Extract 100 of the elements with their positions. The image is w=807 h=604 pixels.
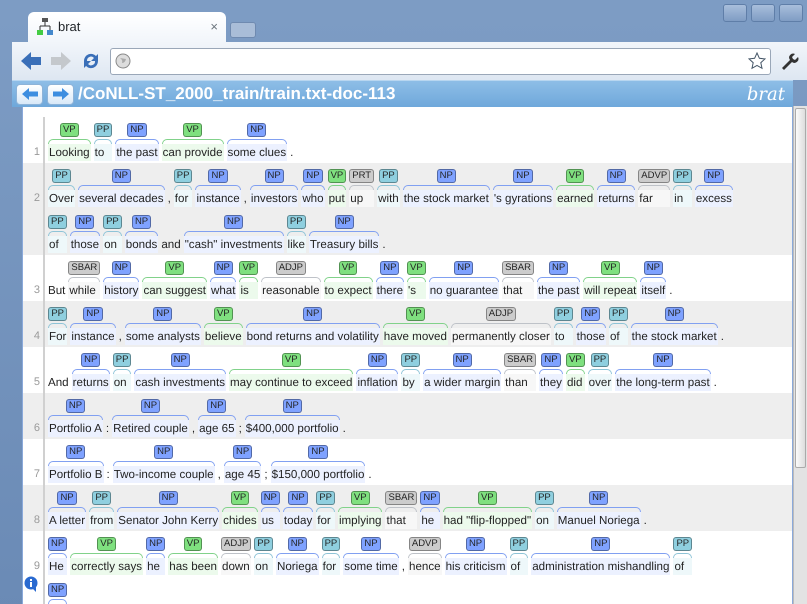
annotated-text: to bbox=[554, 328, 573, 345]
annotated-text: some clues bbox=[226, 144, 288, 161]
chunk-label: NP bbox=[170, 353, 190, 367]
annotated-text: Looking bbox=[48, 144, 91, 161]
chunk-label: NP bbox=[224, 215, 244, 229]
plain-text: , bbox=[118, 329, 122, 345]
annotated-text: reasonable bbox=[261, 282, 321, 299]
annotated-text: can provide bbox=[162, 144, 224, 161]
plain-text: . bbox=[382, 237, 386, 253]
annotated-text: instance bbox=[195, 190, 241, 207]
annotated-text: with bbox=[377, 190, 400, 207]
annotated-text: on bbox=[254, 558, 273, 575]
chunk-label: NP bbox=[303, 169, 323, 183]
browser-tab[interactable]: brat × bbox=[28, 12, 226, 42]
chunk-label: VP bbox=[328, 169, 346, 183]
annotated-text: has been bbox=[168, 558, 218, 575]
chunk-label: NP bbox=[146, 537, 166, 551]
annotated-text: like bbox=[286, 236, 306, 253]
chunk-label: NP bbox=[112, 169, 131, 183]
annotated-text: while bbox=[68, 282, 100, 299]
chunk-label: VP bbox=[338, 261, 358, 275]
chunk-label: PP bbox=[401, 353, 420, 367]
chunk-label: NP bbox=[282, 399, 302, 413]
annotated-text: bonds bbox=[124, 236, 158, 253]
chunk-label: VP bbox=[165, 261, 184, 275]
chunk-label: PP bbox=[48, 307, 68, 321]
annotated-text: 's gyrations bbox=[492, 190, 554, 207]
annotated-text: put bbox=[328, 190, 346, 207]
annotated-text: no guarantee bbox=[428, 282, 500, 299]
annotated-text: administration mishandling bbox=[531, 558, 670, 575]
annotated-text: today bbox=[282, 512, 314, 529]
annotated-text: of bbox=[510, 558, 528, 575]
chunk-label: VP bbox=[214, 307, 233, 321]
chunk-label: NP bbox=[247, 123, 266, 137]
annotated-text: $400,000 portfolio bbox=[244, 420, 340, 437]
back-icon[interactable] bbox=[20, 51, 42, 71]
annotated-text: some time bbox=[343, 558, 399, 575]
annotated-text: up bbox=[349, 190, 374, 207]
chunk-label: NP bbox=[513, 169, 533, 183]
annotated-text: believe bbox=[204, 328, 243, 345]
chunk-label: VP bbox=[60, 123, 79, 137]
plain-text: , bbox=[168, 191, 171, 207]
annotated-text: history bbox=[103, 282, 140, 299]
next-button[interactable] bbox=[47, 84, 74, 104]
chunk-label: NP bbox=[140, 399, 160, 413]
previous-button[interactable] bbox=[16, 84, 43, 104]
annotated-text: $150,000 portfolio bbox=[270, 466, 366, 483]
plain-text: . bbox=[714, 375, 717, 391]
chunk-label: PP bbox=[112, 353, 132, 367]
annotated-text: the stock market bbox=[402, 190, 490, 207]
annotated-text: earned bbox=[556, 190, 594, 207]
annotated-text: there bbox=[376, 282, 404, 299]
chunk-label: PP bbox=[254, 537, 273, 551]
annotated-text: age 65 bbox=[198, 420, 236, 437]
annotated-text: us bbox=[260, 512, 280, 529]
chunk-label: NP bbox=[606, 169, 626, 183]
annotated-text: they bbox=[539, 374, 563, 391]
annotated-text: investors bbox=[250, 190, 298, 207]
close-button[interactable] bbox=[779, 4, 803, 22]
address-field[interactable] bbox=[110, 48, 771, 74]
star-icon[interactable] bbox=[748, 52, 766, 70]
chunk-label: VP bbox=[239, 261, 258, 275]
chunk-label: NP bbox=[66, 399, 86, 413]
minimize-button[interactable] bbox=[723, 4, 747, 22]
annotated-text: Treasury bills bbox=[308, 236, 380, 253]
chunk-label: NP bbox=[288, 491, 308, 505]
chunk-label: PP bbox=[608, 307, 628, 321]
line-number: 1 bbox=[34, 146, 40, 158]
tab-close-button[interactable]: × bbox=[210, 17, 218, 37]
chunk-label: PP bbox=[103, 215, 122, 229]
chunk-label: NP bbox=[653, 353, 673, 367]
scrollbar[interactable] bbox=[793, 106, 807, 604]
annotated-text: several decades bbox=[78, 190, 165, 207]
chunk-label: ADVP bbox=[638, 169, 670, 183]
annotated-text: of bbox=[673, 558, 692, 575]
right-arrow-icon bbox=[52, 88, 68, 100]
annotated-text: for bbox=[174, 190, 192, 207]
info-icon[interactable] bbox=[24, 576, 38, 592]
annotated-text: Senator John Kerry bbox=[117, 512, 220, 529]
annotated-text: some analysts bbox=[124, 328, 201, 345]
chunk-label: VP bbox=[600, 261, 620, 275]
annotated-text: inflation bbox=[356, 374, 398, 391]
annotated-text: hence bbox=[408, 558, 442, 575]
annotated-text: cash investments bbox=[134, 374, 226, 391]
annotated-text: permanently closer bbox=[450, 328, 551, 345]
chunk-label: NP bbox=[207, 399, 226, 413]
chunk-label: NP bbox=[208, 169, 228, 183]
chunk-label: NP bbox=[303, 307, 322, 321]
chunk-label: NP bbox=[541, 353, 561, 367]
annotated-text: than bbox=[504, 374, 536, 391]
maximize-button[interactable] bbox=[751, 4, 775, 22]
chunk-label: VP bbox=[184, 537, 202, 551]
plain-text: : bbox=[106, 467, 110, 483]
plain-text: . bbox=[720, 329, 724, 345]
plain-text: . bbox=[669, 283, 672, 299]
chunk-label: PP bbox=[52, 169, 71, 183]
chunk-label: PP bbox=[174, 169, 192, 183]
chunk-label: SBAR bbox=[68, 261, 100, 275]
annotated-text: what bbox=[210, 282, 236, 299]
new-tab-button[interactable] bbox=[230, 22, 256, 38]
